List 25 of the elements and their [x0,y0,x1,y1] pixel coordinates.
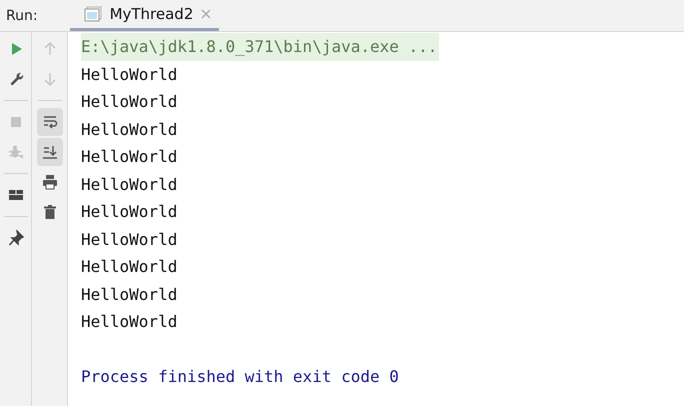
scroll-to-end-button[interactable] [36,138,62,166]
soft-wrap-button[interactable] [36,108,62,136]
scroll-to-end-icon [42,144,58,160]
output-line: HelloWorld [81,118,178,140]
output-line: HelloWorld [81,91,178,113]
window-icon [84,6,102,22]
output-line: HelloWorld [81,64,178,86]
output-line: HelloWorld [81,256,178,278]
output-line: HelloWorld [81,146,178,168]
wrench-icon [8,71,24,87]
run-label: Run: [5,6,39,26]
soft-wrap-icon [42,114,58,130]
output-line: HelloWorld [81,284,178,306]
layout-icon [8,187,24,203]
output-line: HelloWorld [81,201,178,223]
bug-icon [8,144,24,160]
pin-icon [8,230,24,246]
up-arrow-icon [42,41,58,57]
output-line: HelloWorld [81,311,178,333]
output-line: HelloWorld [81,228,178,250]
output-line: HelloWorld [81,174,178,196]
down-arrow-icon [42,71,58,87]
trash-icon [42,204,58,220]
print-icon [42,174,58,190]
exit-message: Process finished with exit code 0 [81,366,400,388]
